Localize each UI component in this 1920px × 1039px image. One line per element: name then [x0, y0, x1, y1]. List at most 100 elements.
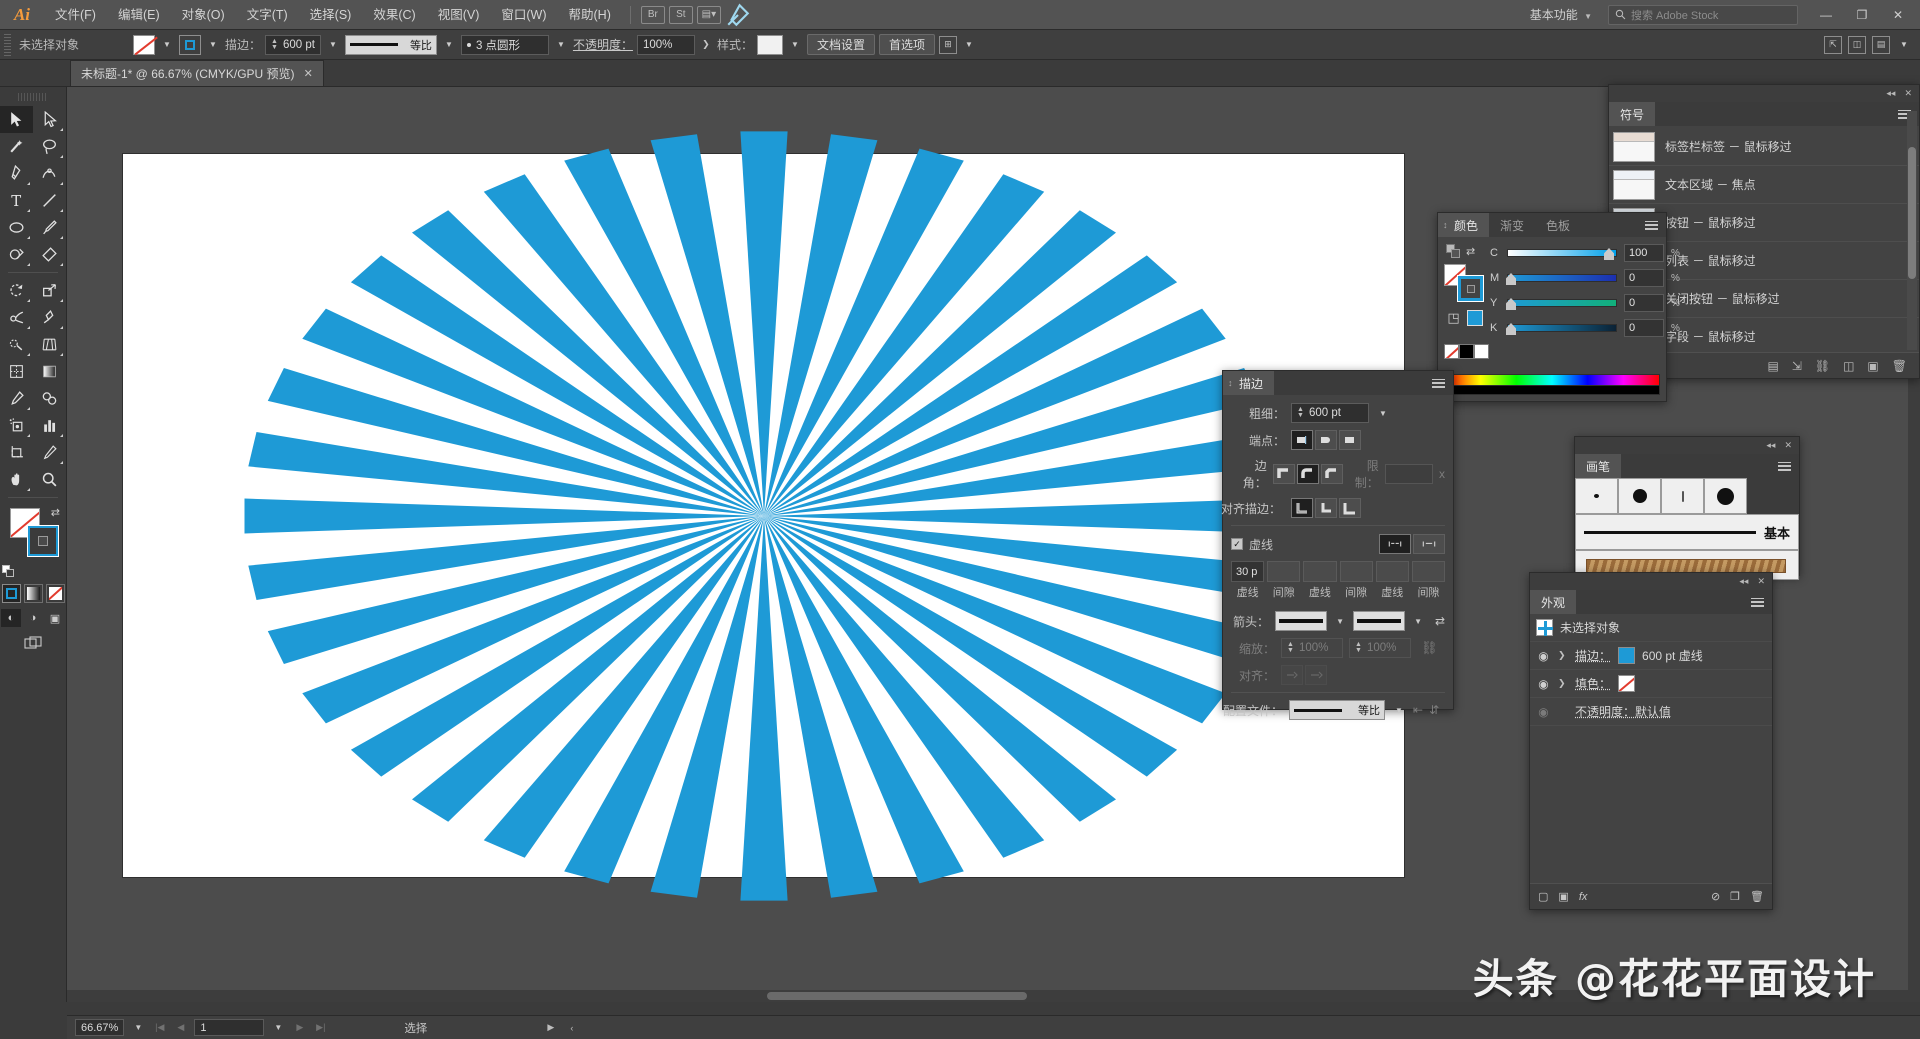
lasso-tool[interactable]: [33, 133, 66, 160]
slider-track[interactable]: [1506, 273, 1617, 285]
style-dropdown-icon[interactable]: ▼: [787, 35, 803, 55]
fill-swatch[interactable]: [133, 34, 155, 55]
appearance-target-row[interactable]: 未选择对象: [1530, 614, 1772, 642]
new-symbol-icon[interactable]: ▣: [1867, 359, 1878, 373]
collapse-icon[interactable]: ◂◂: [1766, 440, 1775, 451]
chevron-right-icon[interactable]: ❯: [1558, 678, 1568, 689]
menu-effect[interactable]: 效果(C): [362, 0, 426, 30]
appearance-fill-row[interactable]: ◉ ❯ 填色：: [1530, 670, 1772, 698]
rocket-icon[interactable]: [725, 3, 751, 26]
align-icon[interactable]: ⊞: [939, 35, 957, 54]
weight-dropdown-icon[interactable]: ▼: [1375, 403, 1391, 423]
stroke-swatch-active[interactable]: [1457, 275, 1484, 302]
curvature-tool[interactable]: [33, 160, 66, 187]
default-fill-stroke-icon[interactable]: [2, 565, 15, 578]
dash-input-2[interactable]: [1303, 561, 1337, 582]
clear-appearance-icon[interactable]: ⊘: [1711, 890, 1720, 903]
isolate-icon[interactable]: ◫: [1848, 35, 1866, 54]
dash-input-3[interactable]: [1375, 561, 1409, 582]
profile-dropdown-icon[interactable]: ▼: [1391, 700, 1407, 720]
document-setup-button[interactable]: 文档设置: [806, 34, 875, 55]
appearance-stroke-row[interactable]: ◉ ❯ 描边： 600 pt 虚线: [1530, 642, 1772, 670]
artboard[interactable]: [123, 130, 1404, 901]
slider-y[interactable]: Y 0 %: [1490, 294, 1680, 312]
control-bar-grip[interactable]: [4, 33, 11, 56]
stroke-color-swatch[interactable]: [1618, 647, 1636, 664]
gap-input-2[interactable]: [1339, 561, 1373, 582]
pen-tool[interactable]: [0, 160, 33, 187]
break-link-icon[interactable]: ⛓: [1815, 359, 1830, 373]
collapse-icon[interactable]: ◂◂: [1739, 576, 1748, 587]
menu-file[interactable]: 文件(F): [44, 0, 107, 30]
dash-input-1[interactable]: 30 p: [1231, 561, 1265, 582]
slider-k[interactable]: K 0 %: [1490, 319, 1680, 337]
menu-help[interactable]: 帮助(H): [558, 0, 622, 30]
tab-color[interactable]: 颜色: [1438, 213, 1490, 237]
visibility-eye-icon[interactable]: ◉: [1536, 704, 1551, 719]
none-swatch[interactable]: [1444, 344, 1459, 359]
brush-definition-select[interactable]: 3 点圆形: [460, 34, 549, 55]
eraser-tool[interactable]: [33, 241, 66, 268]
mesh-tool[interactable]: [0, 358, 33, 385]
zoom-level-select[interactable]: 66.67%: [75, 1019, 125, 1036]
color-panel-menu-button[interactable]: [1637, 213, 1666, 237]
stroke-profile-select[interactable]: 等比: [344, 34, 437, 55]
stock-search-input[interactable]: 搜索 Adobe Stock: [1608, 4, 1798, 25]
stroke-swatch[interactable]: [179, 34, 201, 55]
add-new-stroke-icon[interactable]: ▢: [1538, 890, 1548, 903]
projecting-cap-button[interactable]: [1339, 430, 1361, 450]
close-icon[interactable]: ✕: [1757, 576, 1765, 587]
minimize-button[interactable]: —: [1808, 0, 1844, 30]
line-segment-tool[interactable]: [33, 187, 66, 214]
scale-tool[interactable]: [33, 277, 66, 304]
dash-preserve-exact-button[interactable]: [1379, 534, 1411, 554]
slider-track[interactable]: [1506, 323, 1617, 335]
collapse-icon[interactable]: ◂◂: [1886, 88, 1895, 99]
arrow-end-select[interactable]: [1352, 611, 1406, 631]
brush-thumb-large-dot[interactable]: [1704, 478, 1747, 514]
artboard-number-input[interactable]: 1: [194, 1019, 265, 1036]
swap-arrowheads-icon[interactable]: ⇄: [1435, 614, 1445, 628]
opacity-input[interactable]: 100%: [636, 34, 695, 55]
white-swatch[interactable]: [1474, 344, 1489, 359]
align-inside-button[interactable]: [1315, 498, 1337, 518]
dash-adjust-corners-button[interactable]: [1413, 534, 1445, 554]
fill-color-swatch[interactable]: [1618, 675, 1636, 692]
none-mode-button[interactable]: [45, 584, 65, 603]
brush-basic-row[interactable]: 基本: [1575, 514, 1799, 550]
appearance-opacity-row[interactable]: ◉ 不透明度：默认值: [1530, 698, 1772, 726]
close-icon[interactable]: ✕: [304, 67, 313, 80]
align-outside-button[interactable]: [1339, 498, 1361, 518]
close-icon[interactable]: ✕: [1784, 440, 1792, 451]
arrow-start-select[interactable]: [1275, 611, 1328, 631]
zoom-dropdown-icon[interactable]: ▼: [130, 1018, 146, 1038]
slider-value[interactable]: 0: [1624, 319, 1664, 337]
slider-value[interactable]: 0: [1624, 294, 1664, 312]
shaper-tool[interactable]: [0, 241, 33, 268]
delete-symbol-icon[interactable]: 🗑: [1892, 359, 1907, 373]
align-center-button[interactable]: [1291, 498, 1313, 518]
symbol-libraries-icon[interactable]: ▤: [1767, 359, 1778, 373]
black-swatch[interactable]: [1459, 344, 1474, 359]
symbol-options-icon[interactable]: ◫: [1843, 359, 1854, 373]
radial-burst-artwork[interactable]: [214, 111, 1314, 921]
screen-mode-button[interactable]: [0, 635, 66, 651]
visibility-eye-icon[interactable]: ◉: [1536, 676, 1551, 691]
preferences-button[interactable]: 首选项: [878, 34, 935, 55]
opacity-label[interactable]: 不透明度：默认值: [1575, 703, 1671, 720]
width-tool[interactable]: [0, 304, 33, 331]
tab-brushes[interactable]: 画笔: [1575, 454, 1622, 478]
tools-panel-grip[interactable]: [18, 93, 48, 101]
slider-track[interactable]: [1507, 248, 1617, 260]
stroke-panel-menu-button[interactable]: [1424, 371, 1453, 395]
add-effect-icon[interactable]: fx: [1579, 891, 1588, 903]
arrow-start-dropdown-icon[interactable]: ▼: [1333, 611, 1347, 631]
next-artboard-button[interactable]: ▶: [292, 1019, 307, 1036]
menu-select[interactable]: 选择(S): [299, 0, 363, 30]
color-spectrum-bar[interactable]: [1444, 374, 1660, 396]
appearance-panel-menu-button[interactable]: [1743, 590, 1772, 614]
draw-normal-button[interactable]: ◐: [1, 609, 21, 627]
prev-artboard-button[interactable]: ◀: [173, 1019, 188, 1036]
dashed-checkbox[interactable]: ✓: [1231, 538, 1243, 550]
gradient-tool[interactable]: [33, 358, 66, 385]
